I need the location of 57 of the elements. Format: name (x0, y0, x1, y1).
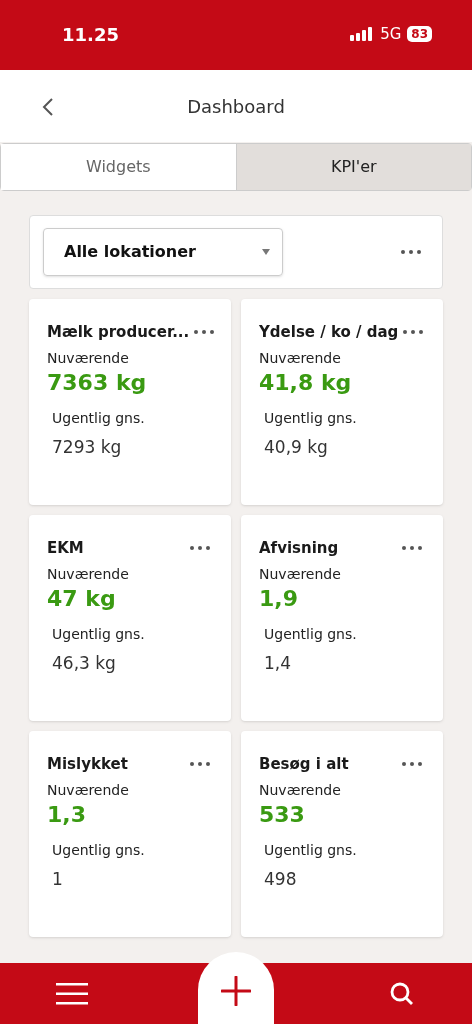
network-label: 5G (380, 23, 402, 45)
kpi-card[interactable]: Ydelse / ko / dag Nuværende 41,8 kg Ugentlig gns. 40,9 kg (241, 299, 443, 505)
current-value: 7363 kg (47, 368, 147, 396)
weekly-label: Ugentlig gns. (264, 841, 357, 860)
location-dropdown[interactable]: Alle lokationer (43, 228, 283, 276)
current-value: 533 (259, 800, 305, 828)
weekly-label: Ugentlig gns. (52, 409, 145, 428)
weekly-value: 7293 kg (52, 436, 122, 459)
current-label: Nuværende (47, 348, 129, 368)
current-label: Nuværende (259, 564, 341, 584)
weekly-label: Ugentlig gns. (264, 625, 357, 644)
current-value: 41,8 kg (259, 368, 352, 396)
search-icon[interactable] (390, 981, 414, 1006)
back-icon[interactable] (42, 97, 54, 117)
kpi-title: Ydelse / ko / dag (259, 322, 399, 343)
menu-icon[interactable] (56, 982, 88, 1005)
weekly-value: 1,4 (264, 652, 292, 675)
tab[interactable]: Widgets (1, 144, 236, 190)
weekly-label: Ugentlig gns. (264, 409, 357, 428)
kpi-title: Besøg i alt (259, 754, 349, 775)
more-icon[interactable] (193, 329, 216, 336)
kpi-title: Mælk producer... (47, 322, 190, 343)
kpi-card[interactable]: Mislykket Nuværende 1,3 Ugentlig gns. 1 (29, 731, 231, 937)
clock: 11.25 (62, 22, 119, 47)
current-value: 1,3 (47, 800, 86, 828)
plus-icon (221, 976, 251, 1006)
weekly-label: Ugentlig gns. (52, 625, 145, 644)
more-icon[interactable] (189, 545, 211, 552)
kpi-title: Afvisning (259, 538, 339, 559)
kpi-card[interactable]: Afvisning Nuværende 1,9 Ugentlig gns. 1,4 (241, 515, 443, 721)
page-title: Dashboard (187, 94, 285, 119)
add-button[interactable] (198, 952, 274, 1024)
kpi-title: Mislykket (47, 754, 128, 775)
weekly-value: 498 (264, 868, 297, 891)
kpi-card[interactable]: Mælk producer... Nuværende 7363 kg Ugentlig gns. 7293 kg (29, 299, 231, 505)
more-icon[interactable] (401, 545, 423, 552)
weekly-value: 40,9 kg (264, 436, 328, 459)
current-label: Nuværende (47, 564, 129, 584)
battery-indicator: 83 (407, 26, 432, 42)
more-icon[interactable] (400, 249, 422, 255)
current-label: Nuværende (47, 780, 129, 800)
kpi-card[interactable]: EKM Nuværende 47 kg Ugentlig gns. 46,3 kg (29, 515, 231, 721)
more-icon[interactable] (189, 761, 211, 768)
weekly-value: 1 (52, 868, 63, 891)
weekly-value: 46,3 kg (52, 652, 116, 675)
current-label: Nuværende (259, 780, 341, 800)
signal-icon (350, 27, 375, 41)
current-value: 47 kg (47, 584, 116, 612)
weekly-label: Ugentlig gns. (52, 841, 145, 860)
more-icon[interactable] (402, 329, 425, 336)
current-value: 1,9 (259, 584, 298, 612)
caret-icon (262, 249, 270, 255)
kpi-card[interactable]: Besøg i alt Nuværende 533 Ugentlig gns. 498 (241, 731, 443, 937)
tab[interactable]: KPI'er (235, 144, 471, 190)
more-icon[interactable] (401, 761, 423, 768)
current-label: Nuværende (259, 348, 341, 368)
kpi-title: EKM (47, 538, 84, 559)
